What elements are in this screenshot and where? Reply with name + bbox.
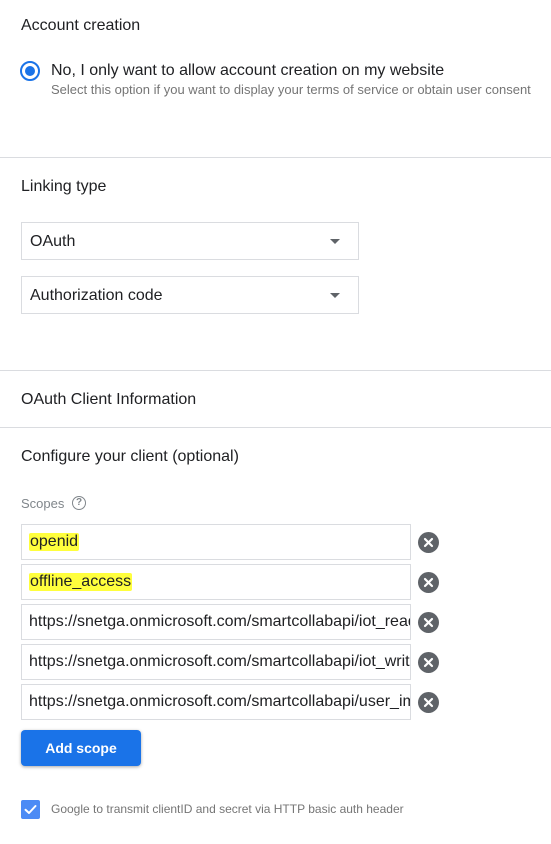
linking-type-value: OAuth bbox=[30, 233, 76, 250]
account-creation-option-label[interactable]: No, I only want to allow account creatio… bbox=[51, 62, 444, 80]
account-creation-option-description: Select this option if you want to displa… bbox=[51, 82, 531, 97]
account-creation-title: Account creation bbox=[21, 17, 141, 34]
scope-input[interactable]: openid bbox=[21, 524, 411, 560]
grant-type-value: Authorization code bbox=[30, 287, 163, 304]
scope-input[interactable]: https://snetga.onmicrosoft.com/smartcoll… bbox=[21, 684, 411, 720]
scope-value: openid bbox=[29, 533, 80, 551]
linking-type-title: Linking type bbox=[21, 178, 107, 195]
remove-icon[interactable] bbox=[418, 532, 439, 553]
configure-client-title: Configure your client (optional) bbox=[21, 448, 239, 465]
dropdown-caret-icon bbox=[330, 239, 340, 244]
section-divider bbox=[0, 157, 551, 158]
radio-selected-icon[interactable] bbox=[20, 61, 40, 81]
scope-value: https://snetga.onmicrosoft.com/smartcoll… bbox=[29, 613, 411, 630]
linking-type-select[interactable]: OAuth bbox=[21, 222, 359, 260]
scopes-label: Scopes bbox=[21, 496, 65, 511]
remove-icon[interactable] bbox=[418, 652, 439, 673]
checkbox-checked-icon[interactable] bbox=[21, 800, 40, 819]
section-divider bbox=[0, 427, 551, 428]
section-divider bbox=[0, 370, 551, 371]
oauth-client-title: OAuth Client Information bbox=[21, 391, 197, 408]
dropdown-caret-icon bbox=[330, 293, 340, 298]
remove-icon[interactable] bbox=[418, 612, 439, 633]
scope-value: https://snetga.onmicrosoft.com/smartcoll… bbox=[29, 653, 411, 670]
scope-value: https://snetga.onmicrosoft.com/smartcoll… bbox=[29, 693, 410, 710]
help-icon[interactable]: ? bbox=[72, 496, 86, 510]
remove-icon[interactable] bbox=[418, 692, 439, 713]
scope-input[interactable]: https://snetga.onmicrosoft.com/smartcoll… bbox=[21, 644, 411, 680]
add-scope-button[interactable]: Add scope bbox=[21, 730, 141, 766]
scope-input[interactable]: https://snetga.onmicrosoft.com/smartcoll… bbox=[21, 604, 411, 640]
remove-icon[interactable] bbox=[418, 572, 439, 593]
grant-type-select[interactable]: Authorization code bbox=[21, 276, 359, 314]
scope-value: offline_access bbox=[29, 573, 133, 591]
scope-input[interactable]: offline_access bbox=[21, 564, 411, 600]
basic-auth-label[interactable]: Google to transmit clientID and secret v… bbox=[51, 802, 404, 816]
